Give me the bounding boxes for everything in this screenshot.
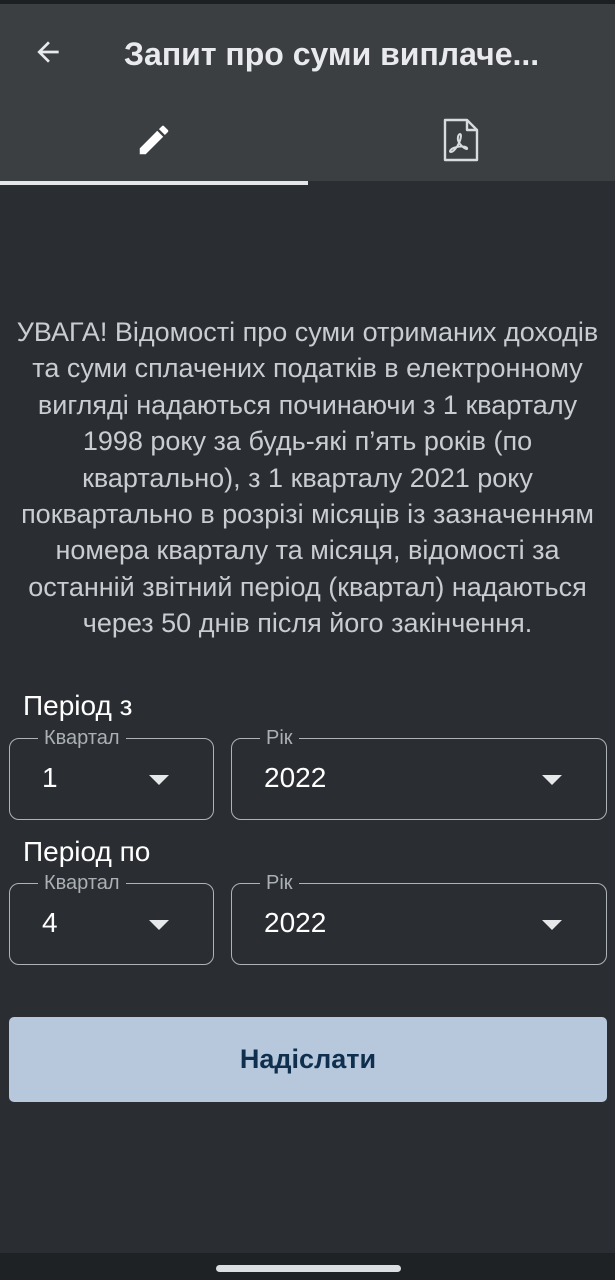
period-from-year-select[interactable]: Рік 2022 — [231, 727, 607, 820]
pdf-file-icon — [441, 118, 481, 167]
submit-button[interactable]: Надіслати — [9, 1017, 607, 1102]
period-to-label: Період по — [23, 836, 151, 867]
caret-down-icon — [542, 920, 562, 930]
select-legend: Рік — [260, 727, 299, 749]
select-value: 4 — [42, 907, 58, 938]
tab-indicator — [0, 181, 308, 185]
caret-down-icon — [149, 920, 169, 930]
select-value: 2022 — [264, 762, 327, 793]
period-to-quarter-select[interactable]: Квартал 4 — [9, 872, 214, 965]
arrow-left-icon — [32, 36, 64, 73]
period-from-quarter-select[interactable]: Квартал 1 — [9, 727, 214, 820]
pencil-icon — [135, 121, 173, 164]
caret-down-icon — [149, 775, 169, 785]
caret-down-icon — [542, 775, 562, 785]
period-to-year-select[interactable]: Рік 2022 — [231, 872, 607, 965]
tab-bar — [0, 100, 615, 185]
page-title: Запит про суми виплаче... — [124, 36, 540, 72]
select-value: 1 — [42, 762, 58, 793]
tab-edit[interactable] — [0, 100, 308, 185]
select-legend: Квартал — [38, 727, 126, 749]
system-nav-bar — [0, 1253, 615, 1280]
app-bar: Запит про суми виплаче... — [0, 0, 615, 185]
select-legend: Рік — [260, 872, 299, 894]
tab-pdf[interactable] — [308, 100, 615, 185]
back-button[interactable] — [24, 30, 72, 78]
select-value: 2022 — [264, 907, 327, 938]
select-legend: Квартал — [38, 872, 126, 894]
screen: Запит про суми виплаче... УВАГА! Відомос… — [0, 0, 615, 1280]
home-gesture-handle[interactable] — [216, 1265, 401, 1272]
notice-text: УВАГА! Відомості про суми отриманих дохо… — [16, 317, 599, 639]
period-from-label: Період з — [23, 690, 133, 721]
